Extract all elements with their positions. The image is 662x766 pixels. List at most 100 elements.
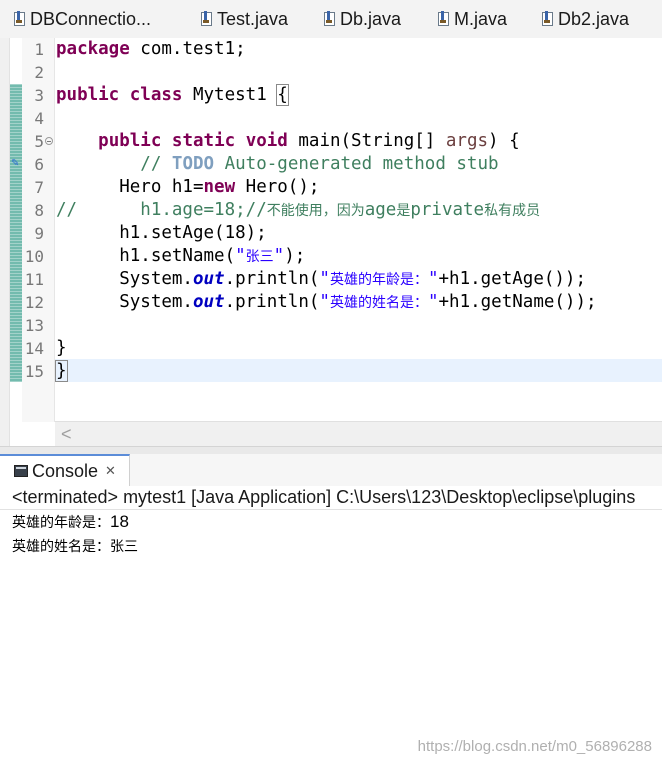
keyword: void — [245, 131, 288, 151]
code-line-5[interactable]: public static void main(String[] args) { — [56, 130, 520, 153]
java-file-icon — [438, 11, 449, 26]
scroll-left-arrow-icon[interactable]: < — [61, 423, 72, 445]
comment-cjk: 是 — [396, 203, 411, 219]
string-literal: " — [235, 246, 246, 266]
console-output[interactable]: 英雄的年龄是：18 英雄的姓名是：张三 — [0, 510, 662, 766]
line-number: 5 — [34, 132, 44, 151]
tab-db-java[interactable]: Db.java — [324, 0, 401, 38]
code-text: Mytest1 — [182, 85, 278, 105]
tab-label: Db2.java — [558, 8, 630, 29]
console-view-header: Console ✕ — [0, 454, 662, 487]
console-tab-label: Console — [32, 460, 99, 481]
string-literal: " — [273, 246, 285, 266]
line-number: 6 — [34, 155, 44, 174]
code-line-11[interactable]: System.out.println("英雄的年龄是："+h1.getAge()… — [56, 268, 586, 291]
code-text: System. — [56, 292, 193, 312]
code-line-12[interactable]: System.out.println("英雄的姓名是："+h1.getName(… — [56, 291, 597, 314]
current-line-highlight — [55, 359, 662, 382]
code-line-9[interactable]: h1.setAge(18); — [56, 222, 267, 245]
tab-label: Test.java — [217, 8, 289, 29]
output-label: 英雄的姓名是： — [12, 538, 110, 554]
line-number: 2 — [34, 63, 44, 82]
code-line-1[interactable]: package com.test1; — [56, 38, 246, 61]
string-literal: 英雄的姓名是： — [329, 295, 428, 311]
string-literal: " — [319, 269, 330, 289]
java-file-icon — [14, 11, 25, 26]
code-line-3[interactable]: public class Mytest1 { — [56, 84, 289, 107]
code-line-8[interactable]: // h1.age=18;//不能使用，因为age是private私有成员 — [56, 199, 540, 222]
string-literal: " — [427, 292, 439, 312]
line-number: 4 — [34, 109, 44, 128]
code-text: } — [56, 338, 67, 358]
java-file-icon — [201, 11, 212, 26]
tab-dbconnection[interactable]: DBConnectio... — [14, 0, 151, 38]
line-number: 3 — [34, 86, 44, 105]
console-icon — [14, 465, 28, 477]
line-number: 10 — [24, 247, 44, 266]
string-literal: " — [427, 269, 439, 289]
line-number: 11 — [24, 270, 44, 289]
parameter-name: args — [445, 131, 489, 151]
code-text: +h1.getName()); — [438, 292, 597, 312]
string-literal: " — [319, 292, 330, 312]
static-field: out — [192, 292, 225, 312]
keyword: public — [56, 85, 120, 105]
line-number: 14 — [24, 339, 44, 358]
string-literal: 英雄的年龄是： — [329, 272, 428, 288]
code-text: System. — [56, 269, 193, 289]
matching-bracket: } — [55, 360, 68, 382]
output-value: 18 — [110, 512, 129, 531]
line-number: 12 — [24, 293, 44, 312]
code-line-14[interactable]: } — [56, 337, 67, 360]
tab-test-java[interactable]: Test.java — [201, 0, 288, 38]
comment: h1.age=18;// — [77, 200, 267, 220]
code-editor[interactable]: 1 2 3 4 5 6 7 8 9 10 11 12 13 14 15 ✎ pa… — [0, 38, 662, 446]
code-text: main(String[] — [287, 131, 446, 151]
code-line-15[interactable]: } — [55, 360, 68, 383]
java-file-icon — [324, 11, 335, 26]
tab-label: M.java — [454, 8, 508, 29]
tab-db2-java[interactable]: Db2.java — [542, 0, 629, 38]
tab-m-java[interactable]: M.java — [438, 0, 507, 38]
comment: private — [410, 200, 485, 220]
editor-left-edge — [0, 38, 10, 446]
horizontal-scrollbar[interactable]: < — [55, 421, 662, 446]
keyword: new — [203, 177, 236, 197]
code-text: Hero(); — [235, 177, 320, 197]
console-output-line: 英雄的姓名是：张三 — [12, 534, 138, 558]
code-line-10[interactable]: h1.setName("张三"); — [56, 245, 305, 268]
code-line-7[interactable]: Hero h1=new Hero(); — [56, 176, 319, 199]
close-icon[interactable]: ✕ — [105, 463, 116, 479]
keyword: class — [129, 85, 183, 105]
line-number: 8 — [34, 201, 44, 220]
tab-label: Db.java — [340, 8, 402, 29]
text-caret — [66, 361, 68, 381]
change-ruler — [10, 84, 22, 382]
output-value: 张三 — [110, 538, 138, 554]
console-status-line: <terminated> mytest1 [Java Application] … — [0, 486, 662, 510]
quickfix-marker-icon[interactable]: ✎ — [11, 159, 21, 169]
line-number: 13 — [24, 316, 44, 335]
keyword: package — [56, 39, 130, 59]
code-text: ); — [284, 246, 306, 266]
code-text: com.test1; — [129, 39, 246, 59]
code-text: .println( — [224, 269, 320, 289]
line-number: 9 — [34, 224, 44, 243]
tab-label: DBConnectio... — [30, 8, 152, 29]
code-text: ) { — [488, 131, 520, 151]
line-number: 1 — [34, 40, 44, 59]
code-line-6[interactable]: // TODO Auto-generated method stub — [56, 153, 498, 176]
comment: // — [140, 154, 172, 174]
fold-collapse-icon[interactable] — [45, 137, 53, 145]
output-label: 英雄的年龄是： — [12, 514, 110, 530]
comment-cjk: 不能使用，因为 — [266, 203, 365, 219]
static-field: out — [192, 269, 225, 289]
tab-console[interactable]: Console ✕ — [0, 454, 130, 486]
comment-cjk: 私有成员 — [484, 203, 541, 219]
code-text: .println( — [224, 292, 320, 312]
matching-bracket: { — [276, 84, 289, 106]
keyword: public — [98, 131, 162, 151]
code-text: h1.setName( — [56, 246, 236, 266]
